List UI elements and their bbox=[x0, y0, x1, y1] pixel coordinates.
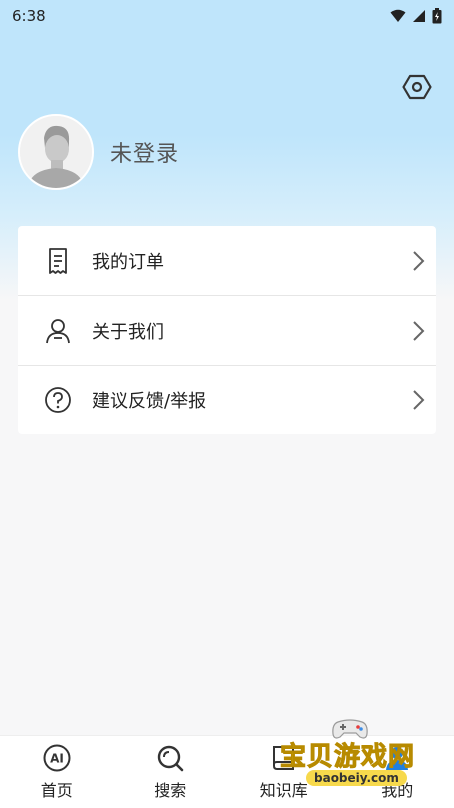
person-icon bbox=[44, 317, 72, 345]
settings-hexagon-icon bbox=[402, 72, 432, 102]
tab-home[interactable]: AI 首页 bbox=[0, 736, 114, 808]
tab-label: 我的 bbox=[381, 777, 413, 801]
receipt-icon bbox=[44, 247, 72, 275]
wifi-icon bbox=[390, 9, 406, 23]
menu-item-feedback[interactable]: 建议反馈/举报 bbox=[18, 366, 436, 434]
avatar[interactable] bbox=[18, 114, 94, 190]
tab-label: 首页 bbox=[41, 777, 73, 801]
chevron-right-icon bbox=[410, 249, 426, 273]
battery-icon bbox=[432, 8, 442, 24]
search-icon bbox=[155, 743, 185, 773]
settings-button[interactable] bbox=[402, 72, 432, 102]
menu-item-label: 建议反馈/举报 bbox=[92, 387, 206, 413]
menu-item-label: 我的订单 bbox=[92, 248, 164, 274]
ai-icon: AI bbox=[42, 743, 72, 773]
profile-section[interactable]: 未登录 bbox=[18, 114, 179, 190]
chevron-right-icon bbox=[410, 319, 426, 343]
tab-knowledge[interactable]: 知识库 bbox=[227, 736, 341, 808]
user-icon bbox=[382, 743, 412, 773]
status-time: 6:38 bbox=[12, 7, 46, 25]
book-icon bbox=[269, 743, 299, 773]
menu-item-orders[interactable]: 我的订单 bbox=[18, 226, 436, 296]
question-icon bbox=[44, 386, 72, 414]
status-bar: 6:38 bbox=[0, 0, 454, 32]
menu-item-about[interactable]: 关于我们 bbox=[18, 296, 436, 366]
default-avatar-icon bbox=[20, 116, 92, 188]
tab-search[interactable]: 搜索 bbox=[114, 736, 228, 808]
menu-item-label: 关于我们 bbox=[92, 318, 164, 344]
bottom-tab-bar: AI 首页 搜索 知识库 我的 bbox=[0, 735, 454, 808]
tab-label: 搜索 bbox=[154, 777, 186, 801]
menu-card: 我的订单 关于我们 建议反馈/举报 bbox=[18, 226, 436, 434]
tab-label: 知识库 bbox=[260, 777, 308, 801]
tab-mine[interactable]: 我的 bbox=[341, 736, 454, 808]
signal-icon bbox=[412, 9, 426, 23]
svg-text:AI: AI bbox=[50, 752, 64, 766]
login-status-text[interactable]: 未登录 bbox=[110, 136, 179, 168]
chevron-right-icon bbox=[410, 388, 426, 412]
status-icons bbox=[390, 8, 442, 24]
